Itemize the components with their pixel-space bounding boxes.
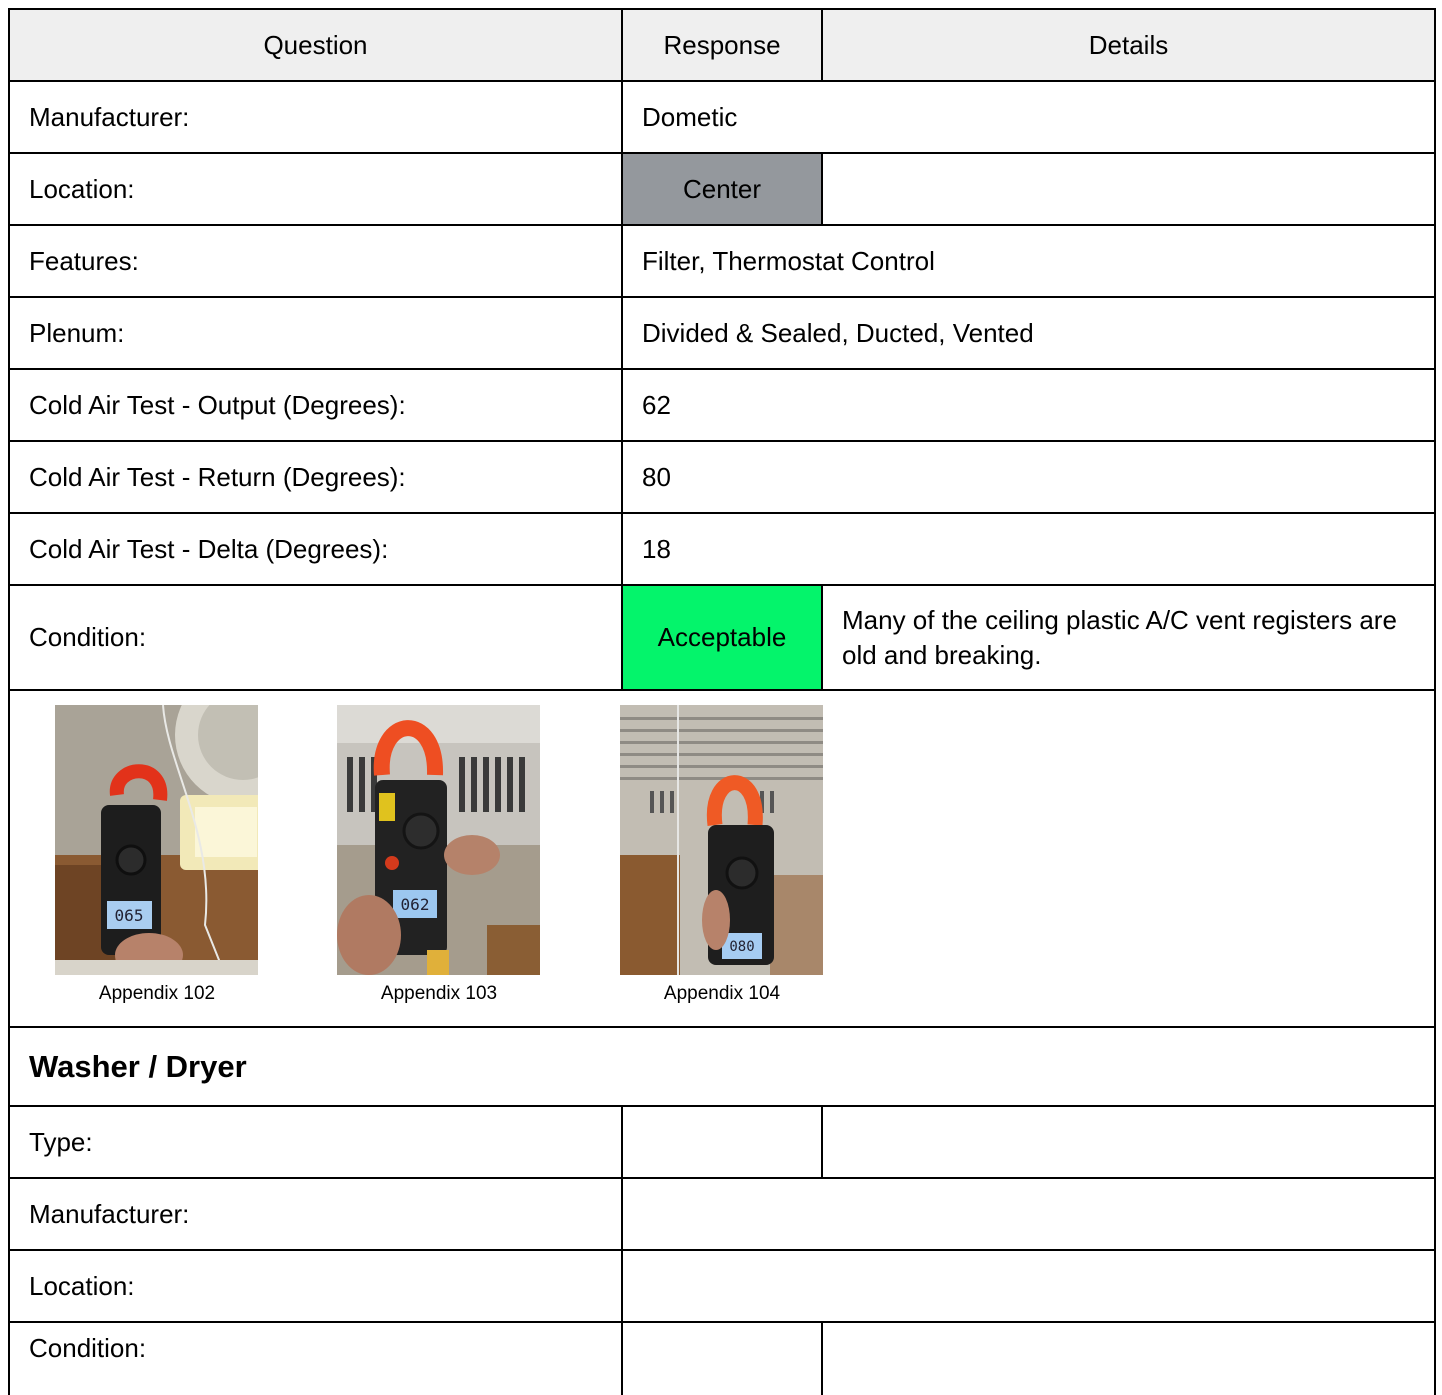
column-header-question: Question [8,8,623,82]
meter-display: 065 [115,906,144,925]
question-cold-air-output: Cold Air Test - Output (Degrees): [8,368,623,442]
question-type: Type: [8,1105,623,1179]
section-heading-row: Washer / Dryer [8,1026,1436,1107]
table-row: Features: Filter, Thermostat Control [8,224,1436,298]
table-row: Manufacturer: [8,1177,1436,1251]
question-cold-air-return: Cold Air Test - Return (Degrees): [8,440,623,514]
response-type [621,1105,823,1179]
table-row: Type: [8,1105,1436,1179]
table-row: Location: [8,1249,1436,1323]
column-header-details: Details [821,8,1436,82]
appendix-photo[interactable]: 062 [337,705,540,975]
table-row: Cold Air Test - Output (Degrees): 62 [8,368,1436,442]
section-title-washer-dryer: Washer / Dryer [8,1026,1436,1107]
question-features: Features: [8,224,623,298]
question-washer-condition: Condition: [8,1321,623,1395]
details-location [821,152,1436,226]
response-manufacturer: Dometic [621,80,1436,154]
photo-caption: Appendix 104 [663,983,781,1004]
inspection-report: Question Response Details Manufacturer: … [8,8,1436,1395]
response-cold-air-return: 80 [621,440,1436,514]
meter-display: 062 [401,895,430,914]
photo-gallery: 065 Appendix 102 062 Appendix 103 080 Ap… [8,689,1436,1028]
column-header-response: Response [621,8,823,82]
table-row: Plenum: Divided & Sealed, Ducted, Vented [8,296,1436,370]
response-features: Filter, Thermostat Control [621,224,1436,298]
table-row: Cold Air Test - Return (Degrees): 80 [8,440,1436,514]
table-header-row: Question Response Details [8,8,1436,82]
question-location: Location: [8,152,623,226]
response-cold-air-delta: 18 [621,512,1436,586]
photo-caption: Appendix 103 [380,983,498,1004]
question-cold-air-delta: Cold Air Test - Delta (Degrees): [8,512,623,586]
response-washer-manufacturer [621,1177,1436,1251]
question-condition: Condition: [8,584,623,691]
question-washer-location: Location: [8,1249,623,1323]
clamp-meter-photo-icon: 065 [55,705,258,975]
response-location-badge: Center [621,152,823,226]
table-row: Condition: Acceptable Many of the ceilin… [8,584,1436,691]
response-washer-condition [621,1321,823,1395]
details-condition: Many of the ceiling plastic A/C vent reg… [821,584,1436,691]
status-badge-acceptable: Acceptable [621,584,823,691]
table-row: Location: Center [8,152,1436,226]
question-washer-manufacturer: Manufacturer: [8,1177,623,1251]
question-plenum: Plenum: [8,296,623,370]
appendix-photo[interactable]: 065 [55,705,258,975]
table-row: Cold Air Test - Delta (Degrees): 18 [8,512,1436,586]
table-row: Condition: [8,1321,1436,1395]
table-row: Manufacturer: Dometic [8,80,1436,154]
appendix-photo[interactable]: 080 [620,705,823,975]
question-manufacturer: Manufacturer: [8,80,623,154]
response-cold-air-output: 62 [621,368,1436,442]
response-washer-location [621,1249,1436,1323]
details-type [821,1105,1436,1179]
photo-row: 065 Appendix 102 062 Appendix 103 080 Ap… [8,689,1436,1028]
report-table: Question Response Details Manufacturer: … [8,8,1436,1395]
details-washer-condition [821,1321,1436,1395]
meter-display: 080 [729,939,754,955]
photo-caption: Appendix 102 [98,983,216,1004]
response-plenum: Divided & Sealed, Ducted, Vented [621,296,1436,370]
clamp-meter-photo-icon: 062 [337,705,540,975]
clamp-meter-photo-icon: 080 [620,705,823,975]
